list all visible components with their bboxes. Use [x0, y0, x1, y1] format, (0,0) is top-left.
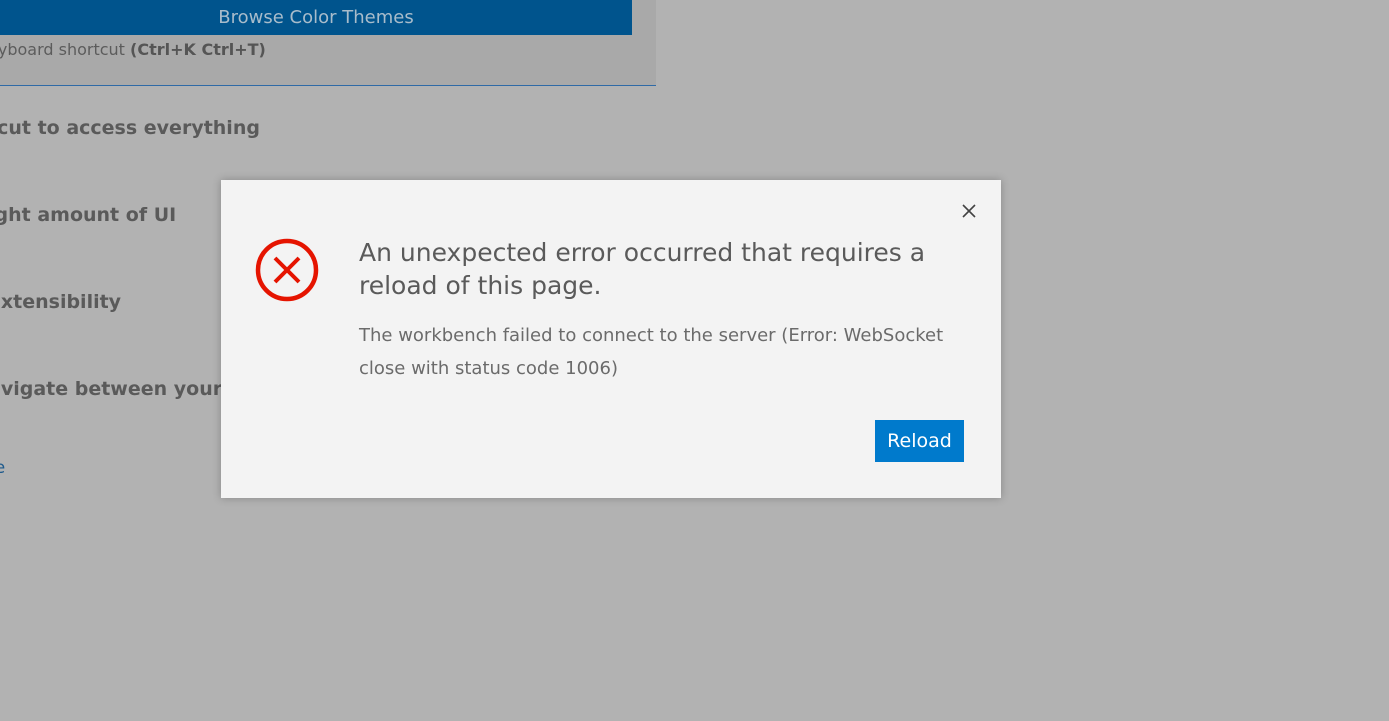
reload-button[interactable]: Reload: [875, 420, 964, 462]
dialog-detail: The workbench failed to connect to the s…: [359, 325, 944, 379]
error-icon: [254, 237, 320, 303]
dialog-title: An unexpected error occurred that requir…: [359, 238, 926, 300]
modal-overlay: An unexpected error occurred that requir…: [0, 0, 1389, 721]
close-button[interactable]: [958, 200, 980, 222]
close-icon: [962, 204, 976, 218]
error-dialog: An unexpected error occurred that requir…: [221, 180, 1001, 498]
